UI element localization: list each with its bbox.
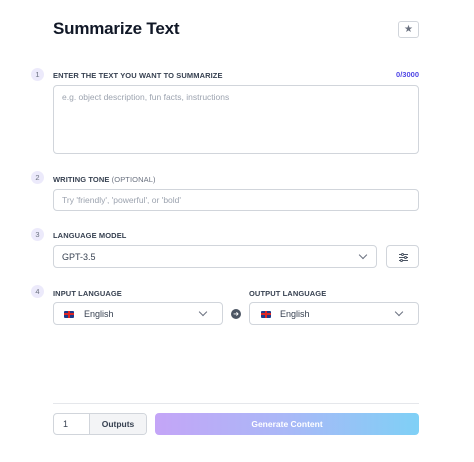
generate-content-button[interactable]: Generate Content bbox=[155, 413, 419, 435]
outputs-count-input[interactable]: 1 bbox=[54, 414, 90, 434]
writing-tone-placeholder: Try 'friendly', 'powerful', or 'bold' bbox=[62, 195, 182, 205]
summary-text-area[interactable]: e.g. object description, fun facts, inst… bbox=[53, 85, 419, 154]
input-language-label: INPUT LANGUAGE bbox=[53, 289, 122, 298]
writing-tone-input[interactable]: Try 'friendly', 'powerful', or 'bold' bbox=[53, 189, 419, 211]
uk-flag-icon bbox=[261, 310, 271, 318]
page-title: Summarize Text bbox=[53, 19, 180, 38]
input-language-value: English bbox=[84, 309, 114, 319]
chevron-down-icon bbox=[394, 307, 404, 317]
output-language-value: English bbox=[280, 309, 310, 319]
chevron-down-icon bbox=[358, 250, 368, 260]
character-counter: 0/3000 bbox=[396, 70, 419, 79]
outputs-label: Outputs bbox=[90, 414, 146, 434]
step-number-3: 3 bbox=[31, 228, 44, 241]
favorite-button[interactable]: ★ bbox=[398, 21, 419, 38]
writing-tone-label: WRITING TONE (OPTIONAL) bbox=[53, 175, 156, 184]
output-language-label: OUTPUT LANGUAGE bbox=[249, 289, 327, 298]
output-language-select[interactable]: English bbox=[249, 302, 419, 325]
chevron-down-icon bbox=[198, 307, 208, 317]
text-area-placeholder: e.g. object description, fun facts, inst… bbox=[62, 92, 230, 102]
step-number-1: 1 bbox=[31, 68, 44, 81]
footer-divider bbox=[53, 403, 419, 404]
outputs-control: 1 Outputs bbox=[53, 413, 147, 435]
star-icon: ★ bbox=[404, 23, 413, 35]
step-number-2: 2 bbox=[31, 171, 44, 184]
model-settings-button[interactable] bbox=[386, 245, 419, 268]
uk-flag-icon bbox=[64, 310, 74, 318]
language-model-select[interactable]: GPT-3.5 bbox=[53, 245, 377, 268]
text-input-label: ENTER THE TEXT YOU WANT TO SUMMARIZE bbox=[53, 71, 223, 80]
writing-tone-label-text: WRITING TONE bbox=[53, 175, 110, 184]
language-model-value: GPT-3.5 bbox=[62, 252, 96, 262]
optional-tag: (OPTIONAL) bbox=[111, 175, 156, 184]
step-number-4: 4 bbox=[31, 285, 44, 298]
language-model-label: LANGUAGE MODEL bbox=[53, 231, 127, 240]
arrow-right-circle-icon: ➜ bbox=[231, 309, 241, 319]
input-language-select[interactable]: English bbox=[53, 302, 223, 325]
